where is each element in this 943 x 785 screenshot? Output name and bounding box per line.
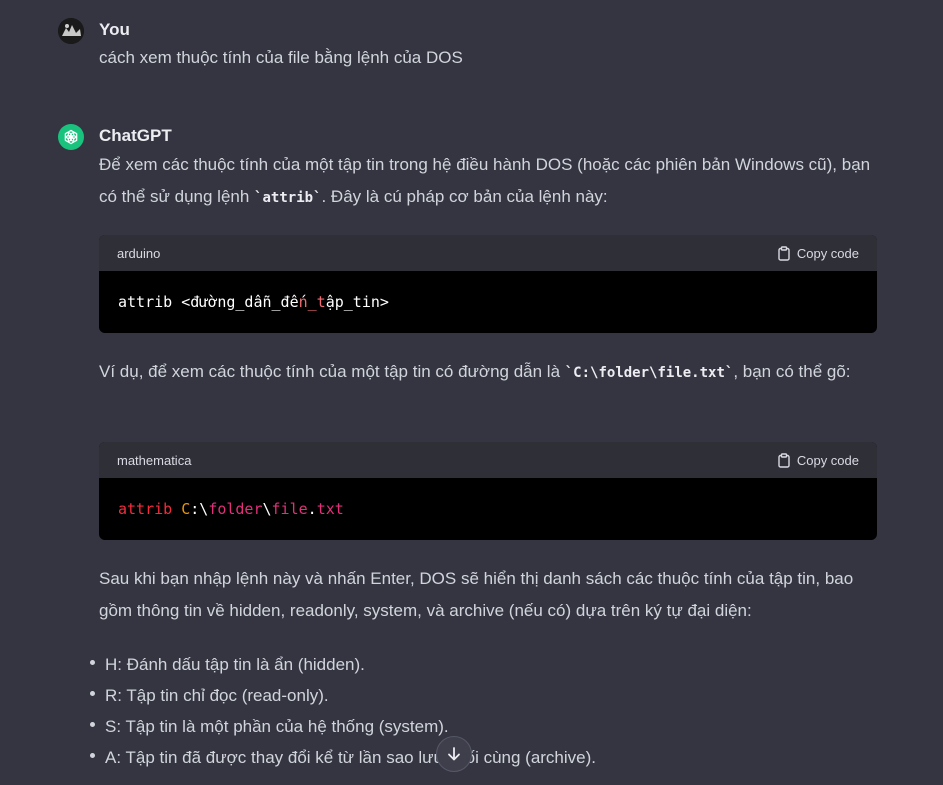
user-avatar [58, 18, 84, 44]
code-block-content[interactable]: attrib <đường_dẫn_đế n_t ập_tin> [99, 271, 877, 333]
list-item: S: Tập tin là một phần của hệ thống (sys… [84, 711, 596, 742]
arrow-down-icon [448, 747, 460, 761]
list-item: H: Đánh dấu tập tin là ẩn (hidden). [84, 649, 596, 680]
scroll-to-bottom-button[interactable] [436, 736, 472, 772]
code2-token-dot: . [307, 500, 317, 518]
openai-logo-icon [58, 124, 84, 150]
inline-code-attrib: `attrib` [254, 190, 322, 206]
para1-text-after: . Đây là cú pháp cơ bản của lệnh này: [321, 187, 608, 206]
clipboard-icon [778, 452, 790, 468]
code-language-label: arduino [117, 245, 161, 261]
assistant-message: ChatGPT Để xem các thuộc tính của một tậ… [58, 124, 943, 785]
user-message: You cách xem thuộc tính của file bằng lệ… [58, 18, 943, 78]
copy-code-label: Copy code [796, 245, 859, 261]
code2-token-file: file [271, 500, 308, 518]
assistant-paragraph-2: Ví dụ, để xem các thuộc tính của một tập… [99, 356, 879, 389]
assistant-paragraph-1: Để xem các thuộc tính của một tập tin tr… [99, 149, 879, 214]
code-block-content[interactable]: attrib C:\ folder \ file. txt [99, 478, 877, 540]
code2-token-txt: txt [316, 500, 344, 518]
code1-part1: attrib <đường_dẫn_đế [118, 293, 299, 311]
clipboard-icon [778, 245, 790, 261]
copy-code-button[interactable]: Copy code [777, 453, 859, 468]
code2-token-attrib: attrib [118, 500, 173, 518]
code1-part3: ập_tin> [325, 293, 389, 311]
code2-token-folder: folder [208, 500, 263, 518]
code-block-header: arduino Copy code [99, 235, 877, 271]
code1-part2: n_t [298, 293, 326, 311]
copy-code-label: Copy code [796, 452, 859, 468]
list-item: A: Tập tin đã được thay đổi kể từ lần sa… [84, 742, 596, 773]
code2-token-backslash: \ [262, 500, 272, 518]
code2-token-space [172, 500, 181, 518]
user-author-name: You [99, 20, 130, 39]
list-item: R: Tập tin chỉ đọc (read-only). [84, 680, 596, 711]
code2-token-colon: :\ [190, 500, 209, 518]
code-block-2: mathematica Copy code attrib C:\ folder \ f… [99, 442, 877, 540]
attribute-list: H: Đánh dấu tập tin là ẩn (hidden). R: T… [84, 649, 596, 773]
para2-text-after: , bạn có thể gõ: [733, 362, 851, 381]
assistant-author-name: ChatGPT [99, 126, 172, 145]
code2-token-c: C [181, 500, 191, 518]
para2-text-before: Ví dụ, để xem các thuộc tính của một tập… [99, 362, 565, 381]
copy-code-button[interactable]: Copy code [777, 246, 859, 261]
code-block-1: arduino Copy code attrib <đường_dẫn_đế n_… [99, 235, 877, 333]
inline-code-path: `C:\folder\file.txt` [564, 365, 734, 381]
code-language-label: mathematica [117, 452, 192, 468]
user-message-text: cách xem thuộc tính của file bằng lệnh c… [99, 48, 463, 67]
assistant-paragraph-3: Sau khi bạn nhập lệnh này và nhấn Enter,… [99, 569, 854, 620]
code-block-header: mathematica Copy code [99, 442, 877, 478]
